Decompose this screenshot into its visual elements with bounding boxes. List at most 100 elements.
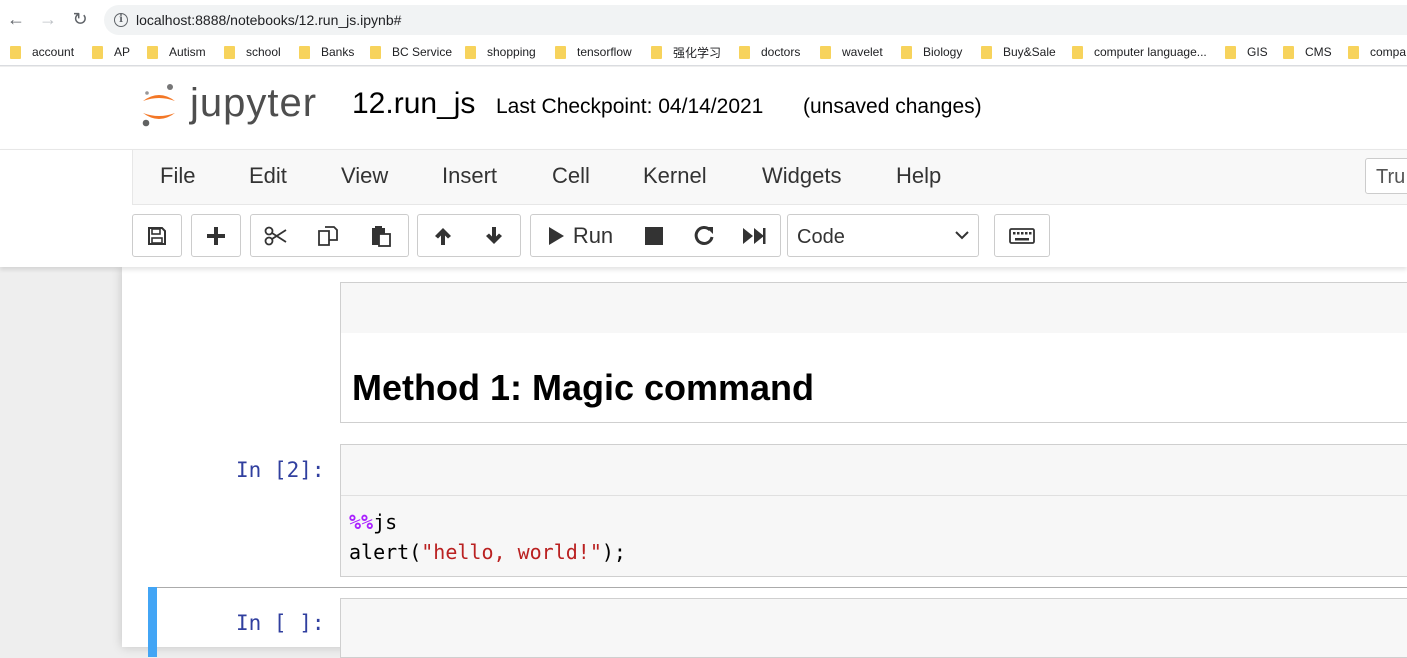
bookmark-ap[interactable]: AP — [92, 44, 130, 60]
menu-view[interactable]: View — [341, 163, 388, 189]
info-glyph: i — [119, 14, 123, 25]
bookmark-label: doctors — [761, 45, 801, 59]
bookmark-gis[interactable]: GIS — [1225, 44, 1268, 60]
trusted-label: Tru — [1376, 166, 1406, 188]
menu-edit[interactable]: Edit — [249, 163, 287, 189]
forward-button[interactable]: → — [37, 8, 59, 30]
scissors-icon — [264, 226, 287, 245]
bookmark-autism[interactable]: Autism — [147, 44, 206, 60]
copy-icon — [317, 225, 338, 246]
reload-icon: ↻ — [72, 9, 88, 29]
paste-button[interactable] — [354, 214, 409, 257]
chevron-down-icon — [955, 231, 969, 240]
bookmark-buy-sale[interactable]: Buy&Sale — [981, 44, 1056, 60]
folder-icon — [224, 45, 235, 59]
folder-icon — [147, 45, 158, 59]
bookmark-school[interactable]: school — [224, 44, 281, 60]
bookmarks-bar: account AP Autism school Banks BC Servic… — [0, 38, 1407, 66]
folder-icon — [1225, 45, 1236, 59]
menu-widgets[interactable]: Widgets — [762, 163, 841, 189]
notebook-container: Method 1: Magic command In [2]: %%js ale… — [122, 267, 1407, 658]
bookmark-label: Biology — [923, 45, 963, 59]
cell-prompt-empty: In [ ]: — [236, 611, 325, 635]
bookmark-label: shopping — [487, 45, 536, 59]
save-button[interactable] — [132, 214, 182, 257]
bookmark-label: Autism — [169, 45, 206, 59]
bookmark-label: CMS — [1305, 45, 1332, 59]
bookmark-shopping[interactable]: shopping — [465, 44, 536, 60]
forward-arrow-icon: → — [39, 9, 57, 29]
notebook-name[interactable]: 12.run_js — [352, 87, 475, 121]
command-palette-button[interactable] — [994, 214, 1050, 257]
restart-kernel-button[interactable] — [679, 214, 729, 257]
reload-button[interactable]: ↻ — [69, 8, 91, 30]
bookmark-tensorflow[interactable]: tensorflow — [555, 44, 632, 60]
bookmark-label: tensorflow — [577, 45, 632, 59]
run-button[interactable]: Run — [530, 214, 630, 257]
bookmark-computer-language[interactable]: computer language... — [1072, 44, 1207, 60]
copy-button[interactable] — [301, 214, 355, 257]
save-icon — [148, 226, 166, 245]
bookmark-label: Buy&Sale — [1003, 45, 1056, 59]
menu-file[interactable]: File — [160, 163, 195, 189]
cut-button[interactable] — [250, 214, 302, 257]
folder-icon — [1283, 45, 1294, 59]
folder-icon — [901, 45, 912, 59]
selected-cell-indicator — [148, 587, 157, 657]
folder-icon — [981, 45, 992, 59]
browser-address-row: ← → ↻ i localhost:8888/notebooks/12.run_… — [0, 0, 1407, 38]
code-string: "hello, world!" — [421, 540, 602, 564]
code-cell-input-empty[interactable] — [340, 598, 1407, 658]
folder-icon — [651, 45, 662, 59]
markdown-heading: Method 1: Magic command — [352, 367, 815, 408]
toolbar-area: File Edit View Insert Cell Kernel Widget… — [0, 149, 1407, 267]
code-cell-input[interactable]: %%js alert("hello, world!"); — [340, 444, 1407, 577]
menu-help[interactable]: Help — [896, 163, 941, 189]
jupyter-logo-icon[interactable] — [140, 81, 178, 129]
bookmark-rl[interactable]: 强化学习 — [651, 44, 721, 60]
jupyter-logo-text[interactable]: jupyter — [190, 81, 317, 126]
menu-kernel[interactable]: Kernel — [643, 163, 707, 189]
back-arrow-icon: ← — [7, 9, 25, 29]
plus-icon — [207, 226, 225, 245]
interrupt-kernel-button[interactable] — [629, 214, 680, 257]
arrow-down-icon — [486, 226, 502, 244]
menu-cell[interactable]: Cell — [552, 163, 590, 189]
insert-cell-button[interactable] — [191, 214, 241, 257]
code-line-1: %%js — [349, 510, 397, 534]
markdown-cell-top[interactable] — [340, 282, 1407, 334]
autosave-status: (unsaved changes) — [803, 95, 982, 118]
url-text[interactable]: localhost:8888/notebooks/12.run_js.ipynb… — [136, 12, 401, 28]
code-fn: alert( — [349, 540, 422, 564]
cell-type-select[interactable]: Code — [787, 214, 979, 257]
markdown-cell[interactable]: Method 1: Magic command — [340, 333, 1407, 423]
trusted-indicator[interactable]: Tru — [1365, 158, 1407, 194]
menu-insert[interactable]: Insert — [442, 163, 497, 189]
menubar: File Edit View Insert Cell Kernel Widget… — [132, 150, 1407, 205]
keyboard-icon — [1009, 227, 1035, 244]
bookmark-label: wavelet — [842, 45, 883, 59]
bookmark-doctors[interactable]: doctors — [739, 44, 800, 60]
restart-run-all-button[interactable] — [728, 214, 781, 257]
bookmark-account[interactable]: account — [10, 44, 74, 60]
move-up-button[interactable] — [417, 214, 469, 257]
stop-icon — [645, 226, 663, 245]
bookmark-biology[interactable]: Biology — [901, 44, 962, 60]
fast-forward-icon — [743, 227, 766, 244]
bookmark-banks[interactable]: Banks — [299, 44, 354, 60]
bookmark-bc-service[interactable]: BC Service — [370, 44, 452, 60]
folder-icon — [465, 45, 476, 59]
bookmark-label: account — [32, 45, 75, 59]
folder-icon — [92, 45, 103, 59]
bookmark-cms[interactable]: CMS — [1283, 44, 1332, 60]
bookmark-wavelet[interactable]: wavelet — [820, 44, 883, 60]
restart-icon — [694, 225, 713, 245]
folder-icon — [1348, 45, 1359, 59]
bookmark-compa[interactable]: compa — [1348, 44, 1406, 60]
info-icon[interactable]: i — [114, 13, 128, 27]
address-bar[interactable]: i localhost:8888/notebooks/12.run_js.ipy… — [104, 5, 1407, 35]
bookmark-label: BC Service — [392, 45, 453, 59]
play-icon — [548, 226, 564, 245]
move-down-button[interactable] — [468, 214, 521, 257]
back-button[interactable]: ← — [5, 8, 27, 30]
